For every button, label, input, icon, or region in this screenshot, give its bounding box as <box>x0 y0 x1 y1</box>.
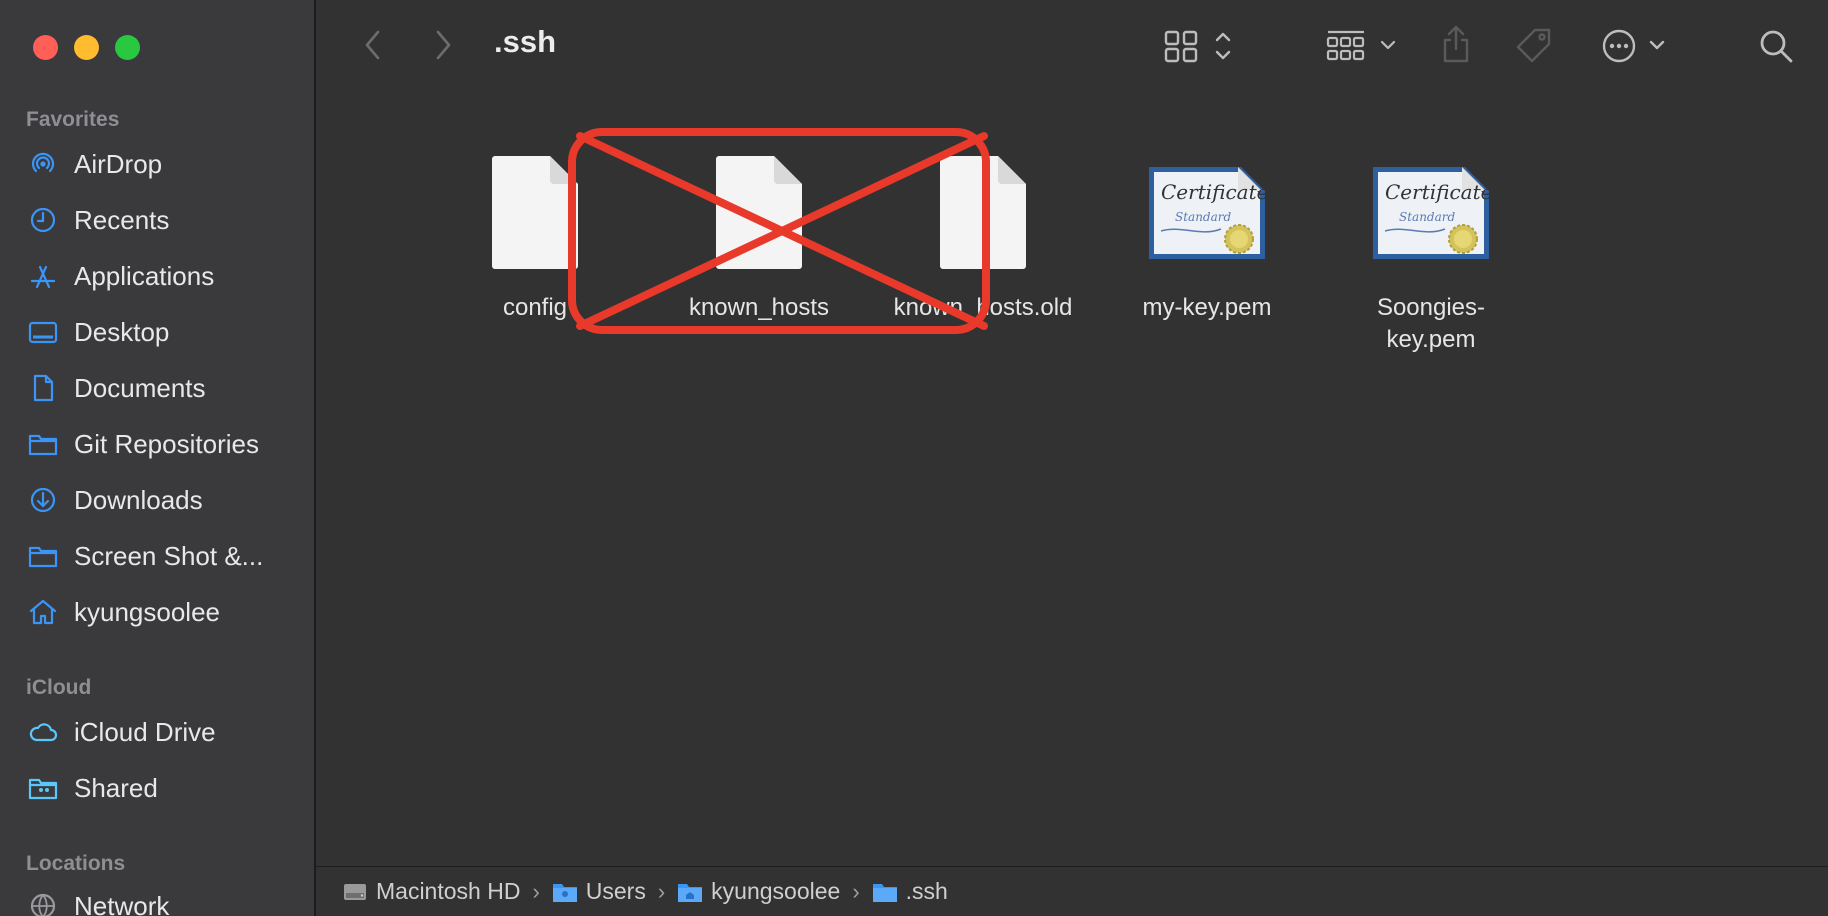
sidebar-item-screen-shot[interactable]: Screen Shot &... <box>26 536 306 576</box>
finder-window: Favorites AirDrop Recents Applications D… <box>0 0 1828 916</box>
search-button[interactable] <box>1756 26 1796 66</box>
certificate-file-icon: Certificate Standard <box>1142 148 1272 278</box>
shared-folder-icon <box>26 771 60 805</box>
sidebar-item-desktop[interactable]: Desktop <box>26 312 306 352</box>
sidebar-item-label: Network <box>74 890 170 916</box>
document-file-icon <box>470 148 600 278</box>
sidebar-item-shared[interactable]: Shared <box>26 768 306 808</box>
sidebar-item-label: Shared <box>74 772 158 803</box>
clock-icon <box>26 203 60 237</box>
sidebar-item-label: kyungsoolee <box>74 596 220 627</box>
search-icon <box>1760 30 1793 63</box>
sidebar-item-label: Downloads <box>74 484 203 515</box>
cloud-icon <box>26 715 60 749</box>
sidebar-item-label: Git Repositories <box>74 428 259 459</box>
file-item[interactable]: Certificate Standard my-key.pem <box>1102 148 1312 324</box>
tag-button[interactable] <box>1512 24 1556 68</box>
sidebar: Favorites AirDrop Recents Applications D… <box>0 0 316 916</box>
sidebar-item-label: Applications <box>74 260 215 291</box>
chevron-left-icon <box>365 30 380 60</box>
chevron-right-icon: › <box>532 878 540 904</box>
svg-text:Standard: Standard <box>1175 210 1231 224</box>
sidebar-item-documents[interactable]: Documents <box>26 368 306 408</box>
group-by-button[interactable] <box>1325 26 1401 66</box>
sidebar-item-label: iCloud Drive <box>74 716 216 747</box>
minimize-window-button[interactable] <box>74 35 99 60</box>
tag-icon <box>1516 28 1551 63</box>
sidebar-item-home[interactable]: kyungsoolee <box>26 592 306 632</box>
file-name: known_hosts <box>688 294 830 321</box>
sidebar-item-applications[interactable]: Applications <box>26 256 306 296</box>
folder-icon <box>872 879 898 905</box>
file-item[interactable]: Certificate Standard Soongies-key.pem <box>1326 148 1536 356</box>
home-icon <box>26 595 60 629</box>
sidebar-section-icloud: iCloud <box>26 676 92 699</box>
sidebar-item-label: Recents <box>74 204 170 235</box>
users-folder-icon <box>552 879 578 905</box>
document-file-icon <box>918 148 1048 278</box>
close-window-button[interactable] <box>33 35 58 60</box>
more-actions-button[interactable] <box>1599 26 1675 66</box>
desktop-icon <box>26 315 60 349</box>
file-item[interactable]: known_hosts.old <box>878 148 1088 324</box>
file-name: Soongies-key.pem <box>1376 294 1486 353</box>
window-controls <box>33 35 140 60</box>
back-button[interactable] <box>358 28 388 62</box>
folder-icon <box>26 539 60 573</box>
file-item[interactable]: config <box>430 148 640 324</box>
ellipsis-circle-icon <box>1602 29 1665 63</box>
path-item-kyungsoolee[interactable]: kyungsoolee <box>677 878 840 905</box>
window-title: .ssh <box>494 24 557 59</box>
path-bar: Macintosh HD › Users › kyungsoolee › .ss… <box>316 866 1828 916</box>
svg-text:Certificate: Certificate <box>1161 180 1268 204</box>
sidebar-item-label: Desktop <box>74 316 170 347</box>
svg-text:Standard: Standard <box>1399 210 1455 224</box>
sidebar-section-favorites: Favorites <box>26 108 120 131</box>
applications-icon <box>26 259 60 293</box>
file-name: my-key.pem <box>1142 294 1272 321</box>
sidebar-item-label: Documents <box>74 372 206 403</box>
share-icon <box>1443 25 1469 63</box>
zoom-window-button[interactable] <box>115 35 140 60</box>
path-item-users[interactable]: Users <box>552 878 646 905</box>
document-icon <box>26 371 60 405</box>
file-item[interactable]: known_hosts <box>654 148 864 324</box>
sidebar-item-airdrop[interactable]: AirDrop <box>26 144 306 184</box>
group-grid-icon <box>1326 30 1396 61</box>
sidebar-item-label: Screen Shot &... <box>74 540 264 571</box>
icon-grid-view-icon <box>1164 30 1231 63</box>
file-name: config <box>502 294 568 321</box>
airdrop-icon <box>26 147 60 181</box>
view-mode-button[interactable] <box>1162 26 1238 66</box>
folder-icon <box>26 427 60 461</box>
share-button[interactable] <box>1438 22 1474 66</box>
file-name: known_hosts.old <box>893 294 1073 321</box>
toolbar: .ssh <box>316 0 1828 92</box>
home-folder-icon <box>677 879 703 905</box>
download-icon <box>26 483 60 517</box>
sidebar-item-recents[interactable]: Recents <box>26 200 306 240</box>
certificate-file-icon: Certificate Standard <box>1366 148 1496 278</box>
sidebar-item-git-repositories[interactable]: Git Repositories <box>26 424 306 464</box>
sidebar-item-network[interactable]: Network <box>26 886 306 916</box>
main-content: .ssh config known_hosts known_hosts.old … <box>316 0 1828 916</box>
path-item-macintosh-hd[interactable]: Macintosh HD <box>342 878 520 905</box>
sidebar-item-downloads[interactable]: Downloads <box>26 480 306 520</box>
chevron-right-icon: › <box>852 878 860 904</box>
hard-drive-icon <box>342 879 368 905</box>
forward-button[interactable] <box>428 28 458 62</box>
document-file-icon <box>694 148 824 278</box>
svg-text:Certificate: Certificate <box>1385 180 1492 204</box>
sidebar-item-label: AirDrop <box>74 148 163 179</box>
chevron-right-icon <box>436 30 451 60</box>
network-icon <box>26 889 60 916</box>
chevron-right-icon: › <box>657 878 666 904</box>
path-item-ssh[interactable]: .ssh <box>872 878 948 905</box>
sidebar-item-icloud-drive[interactable]: iCloud Drive <box>26 712 306 752</box>
sidebar-section-locations: Locations <box>26 852 126 875</box>
